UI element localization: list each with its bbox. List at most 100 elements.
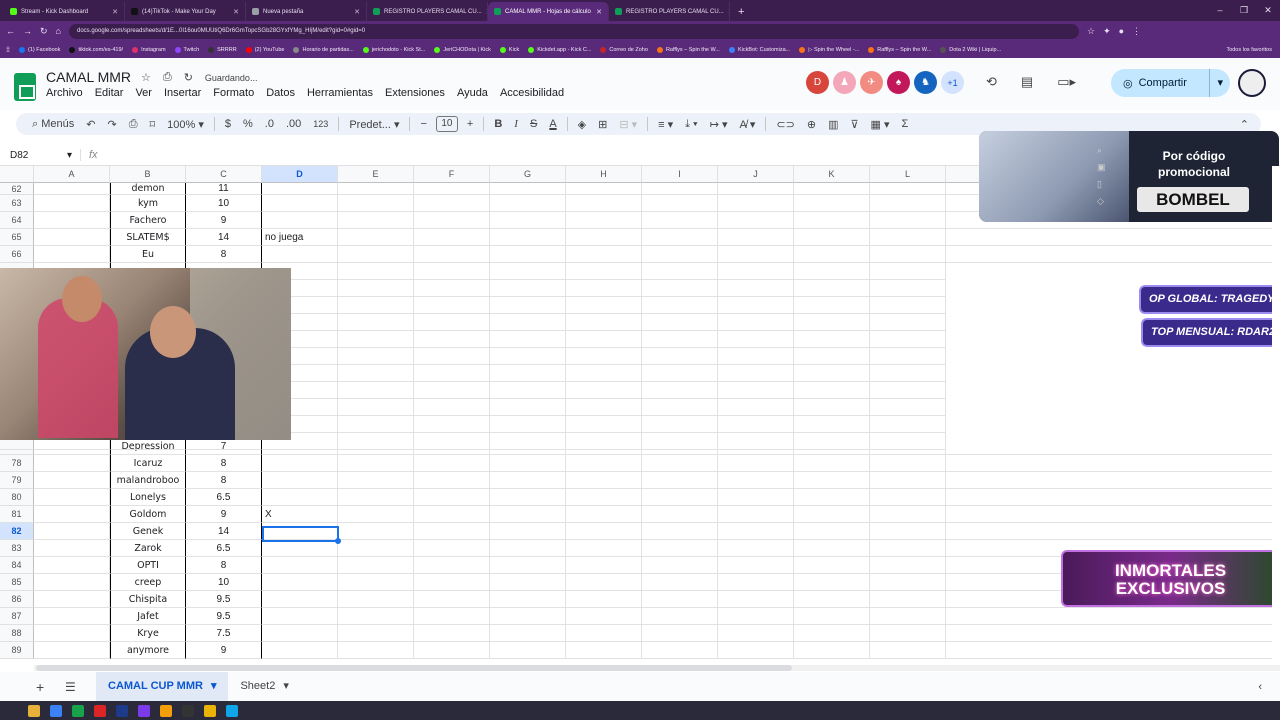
empty-cell[interactable] bbox=[794, 557, 870, 574]
empty-cell[interactable] bbox=[718, 472, 794, 489]
empty-cell[interactable] bbox=[566, 365, 642, 382]
row-header[interactable]: 78 bbox=[0, 455, 34, 472]
empty-cell[interactable] bbox=[870, 523, 946, 540]
empty-cell[interactable] bbox=[642, 574, 718, 591]
mmr-cell[interactable]: 9 bbox=[186, 506, 262, 523]
empty-cell[interactable] bbox=[566, 263, 642, 280]
empty-cell[interactable] bbox=[870, 314, 946, 331]
menu-archivo[interactable]: Archivo bbox=[46, 87, 83, 99]
undo-icon[interactable]: ↶ bbox=[80, 118, 101, 131]
redo-icon[interactable]: ↷ bbox=[101, 118, 122, 131]
row-header[interactable]: 62 bbox=[0, 183, 34, 195]
obs-icon[interactable] bbox=[182, 704, 194, 717]
empty-cell[interactable] bbox=[566, 523, 642, 540]
empty-cell[interactable] bbox=[566, 280, 642, 297]
empty-cell[interactable] bbox=[642, 331, 718, 348]
empty-cell[interactable] bbox=[794, 399, 870, 416]
empty-cell[interactable] bbox=[566, 506, 642, 523]
rotate-icon[interactable]: A̸ ▾ bbox=[733, 118, 761, 131]
empty-cell[interactable] bbox=[566, 348, 642, 365]
empty-cell[interactable] bbox=[34, 608, 110, 625]
empty-cell[interactable] bbox=[794, 523, 870, 540]
empty-cell[interactable] bbox=[414, 195, 490, 212]
empty-cell[interactable] bbox=[414, 557, 490, 574]
player-name-cell[interactable]: Genek bbox=[110, 523, 186, 540]
fill-color-icon[interactable]: ◈ bbox=[572, 118, 592, 131]
empty-cell[interactable] bbox=[946, 506, 1280, 523]
column-header[interactable]: D bbox=[262, 166, 338, 183]
note-cell[interactable] bbox=[262, 183, 338, 195]
empty-cell[interactable] bbox=[566, 331, 642, 348]
chevron-down-icon[interactable]: ▾ bbox=[1209, 69, 1230, 97]
empty-cell[interactable] bbox=[338, 455, 414, 472]
empty-cell[interactable] bbox=[718, 348, 794, 365]
empty-cell[interactable] bbox=[718, 382, 794, 399]
empty-cell[interactable] bbox=[566, 472, 642, 489]
vertical-scrollbar[interactable] bbox=[1272, 166, 1280, 666]
all-sheets-icon[interactable]: ☰ bbox=[65, 680, 87, 694]
empty-cell[interactable] bbox=[338, 540, 414, 557]
empty-cell[interactable] bbox=[870, 433, 946, 450]
paint-format-icon[interactable]: ⌑ bbox=[144, 118, 162, 131]
empty-cell[interactable] bbox=[34, 246, 110, 263]
mmr-cell[interactable]: 9 bbox=[186, 212, 262, 229]
steam-icon[interactable] bbox=[116, 704, 128, 717]
empty-cell[interactable] bbox=[34, 229, 110, 246]
player-name-cell[interactable]: OPTI bbox=[110, 557, 186, 574]
empty-cell[interactable] bbox=[794, 455, 870, 472]
empty-cell[interactable] bbox=[34, 523, 110, 540]
bookmark-item[interactable]: KickBot: Customiza... bbox=[728, 46, 790, 53]
empty-cell[interactable] bbox=[718, 591, 794, 608]
empty-cell[interactable] bbox=[490, 455, 566, 472]
bookmark-item[interactable]: Kick bbox=[499, 46, 519, 53]
empty-cell[interactable] bbox=[718, 212, 794, 229]
empty-cell[interactable] bbox=[338, 297, 414, 314]
avatar[interactable]: ✈ bbox=[860, 71, 883, 94]
empty-cell[interactable] bbox=[414, 229, 490, 246]
bookmark-item[interactable]: SRRRR bbox=[208, 46, 237, 53]
empty-cell[interactable] bbox=[34, 195, 110, 212]
extensions-icon[interactable]: ✦ bbox=[1103, 26, 1111, 37]
empty-cell[interactable] bbox=[946, 246, 1280, 263]
empty-cell[interactable] bbox=[338, 229, 414, 246]
mmr-cell[interactable]: 6.5 bbox=[186, 540, 262, 557]
row-header[interactable]: 64 bbox=[0, 212, 34, 229]
empty-cell[interactable] bbox=[642, 229, 718, 246]
empty-cell[interactable] bbox=[718, 195, 794, 212]
empty-cell[interactable] bbox=[946, 489, 1280, 506]
empty-cell[interactable] bbox=[642, 314, 718, 331]
bookmark-item[interactable]: (1) Facebook bbox=[19, 46, 60, 53]
empty-cell[interactable] bbox=[870, 183, 946, 195]
empty-cell[interactable] bbox=[642, 455, 718, 472]
bookmark-item[interactable]: Horario de partidas... bbox=[293, 46, 354, 53]
bookmark-item[interactable]: JeriCHODota | Kick bbox=[434, 46, 491, 53]
empty-cell[interactable] bbox=[946, 229, 1280, 246]
url-input[interactable]: docs.google.com/spreadsheets/d/1E...0I16… bbox=[68, 23, 1079, 39]
number-format-button[interactable]: 123 bbox=[307, 119, 334, 129]
empty-cell[interactable] bbox=[794, 195, 870, 212]
row-header[interactable]: 88 bbox=[0, 625, 34, 642]
star-icon[interactable]: ☆ bbox=[141, 71, 151, 84]
empty-cell[interactable] bbox=[870, 472, 946, 489]
note-cell[interactable]: no juega bbox=[262, 229, 338, 246]
empty-cell[interactable] bbox=[34, 642, 110, 659]
empty-cell[interactable] bbox=[338, 642, 414, 659]
mmr-cell[interactable]: 10 bbox=[186, 574, 262, 591]
empty-cell[interactable] bbox=[34, 591, 110, 608]
app-icon[interactable] bbox=[94, 704, 106, 717]
row-header[interactable]: 86 bbox=[0, 591, 34, 608]
empty-cell[interactable] bbox=[338, 195, 414, 212]
document-title[interactable]: CAMAL MMR bbox=[46, 69, 131, 85]
empty-cell[interactable] bbox=[490, 416, 566, 433]
note-cell[interactable] bbox=[262, 455, 338, 472]
empty-cell[interactable] bbox=[642, 625, 718, 642]
empty-cell[interactable] bbox=[718, 506, 794, 523]
empty-cell[interactable] bbox=[566, 642, 642, 659]
empty-cell[interactable] bbox=[566, 246, 642, 263]
bookmark-item[interactable]: ▷ Spin the Wheel -... bbox=[799, 46, 859, 53]
empty-cell[interactable] bbox=[414, 183, 490, 195]
empty-cell[interactable] bbox=[718, 642, 794, 659]
note-cell[interactable] bbox=[262, 625, 338, 642]
row-header[interactable]: 87 bbox=[0, 608, 34, 625]
bookmark-item[interactable]: Rafflys – Spin the W... bbox=[868, 46, 931, 53]
